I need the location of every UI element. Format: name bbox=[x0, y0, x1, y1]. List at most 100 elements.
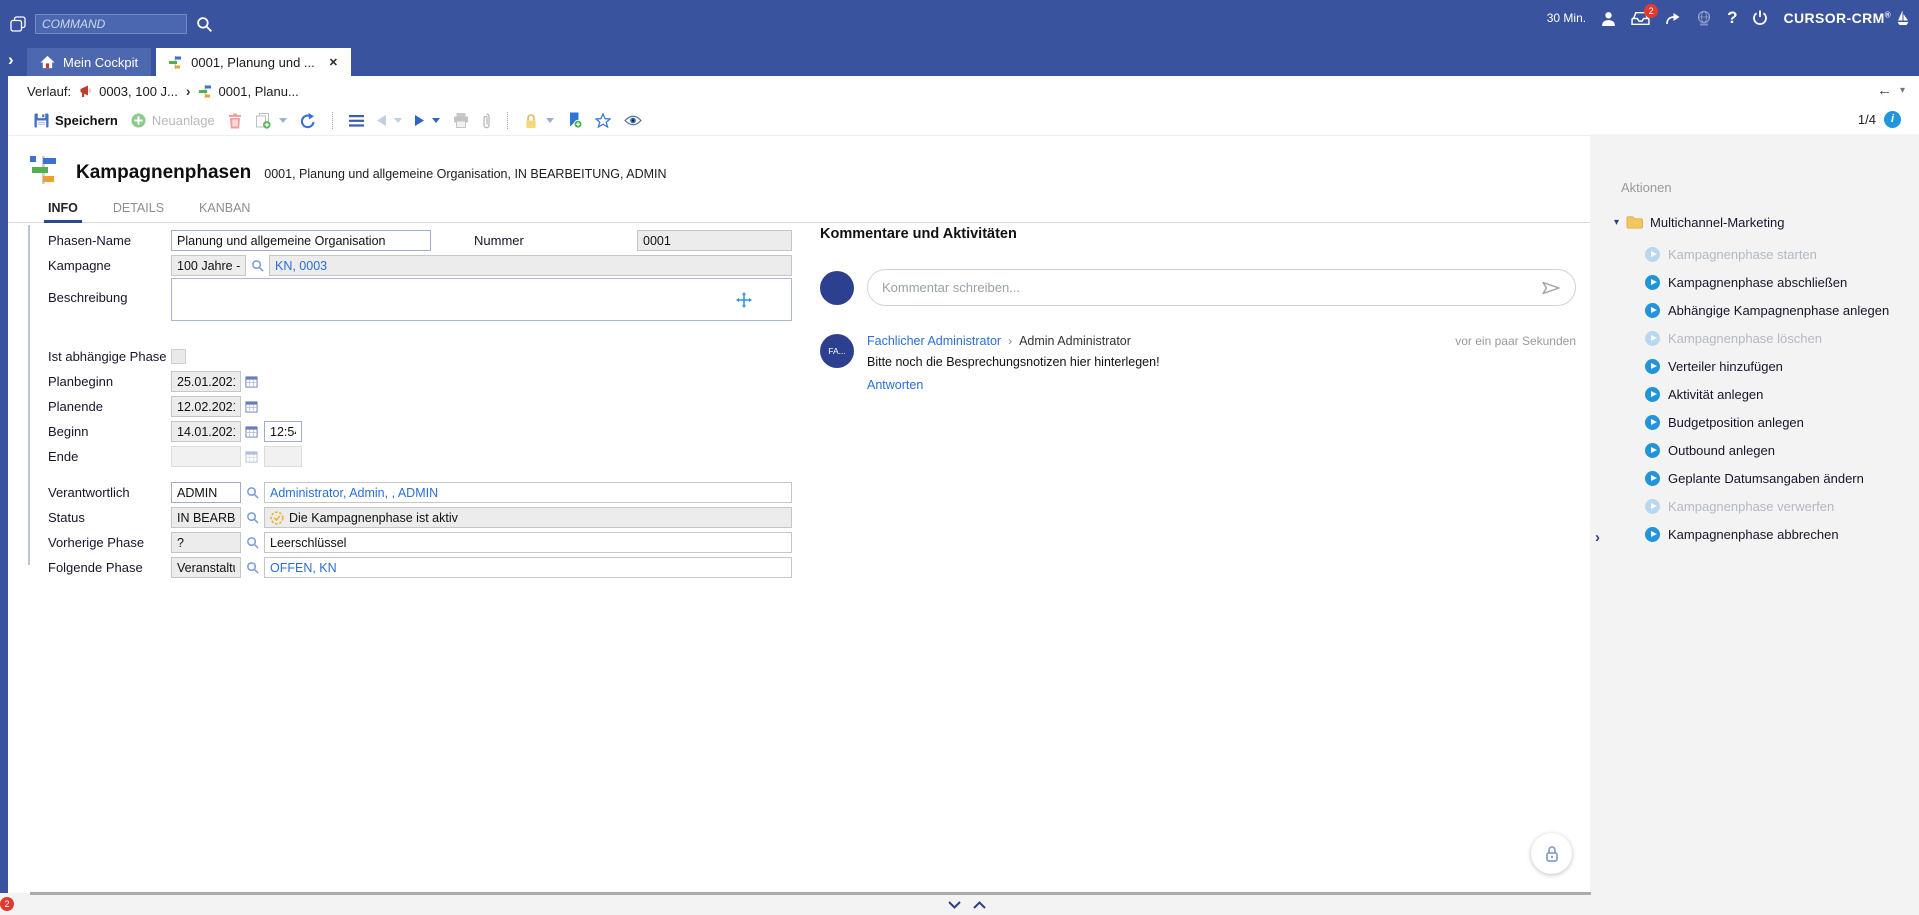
actions-group[interactable]: ▾ Multichannel-Marketing bbox=[1614, 210, 1914, 234]
lookup-icon[interactable] bbox=[246, 511, 259, 524]
action-item[interactable]: Kampagnenphase löschen bbox=[1614, 324, 1914, 352]
calendar-icon[interactable] bbox=[245, 375, 258, 388]
calendar-icon[interactable] bbox=[245, 425, 258, 438]
page-title: Kampagnenphasen bbox=[76, 162, 251, 184]
tab-mein-cockpit[interactable]: Mein Cockpit bbox=[27, 48, 151, 76]
prev-record-button[interactable] bbox=[377, 115, 402, 126]
beginn-date-field[interactable] bbox=[171, 421, 241, 442]
bookmark-add-button[interactable] bbox=[567, 112, 582, 129]
search-icon[interactable] bbox=[196, 16, 213, 33]
tab-info[interactable]: INFO bbox=[44, 197, 82, 222]
lookup-icon[interactable] bbox=[246, 536, 259, 549]
folder-icon bbox=[1626, 215, 1643, 229]
verantwortlich-link[interactable]: Administrator, Admin, , ADMIN bbox=[270, 486, 438, 500]
favorite-button[interactable] bbox=[595, 113, 611, 128]
next-dropdown-icon[interactable] bbox=[432, 118, 440, 123]
tab-details[interactable]: DETAILS bbox=[109, 197, 168, 222]
comment-input-pill[interactable] bbox=[867, 269, 1576, 306]
scroll-down-icon[interactable] bbox=[948, 901, 961, 909]
status-key-field bbox=[171, 507, 241, 528]
redo-arrow-icon[interactable] bbox=[1665, 12, 1681, 25]
tab-close-icon[interactable]: ✕ bbox=[329, 56, 338, 69]
breadcrumb-item-phase[interactable]: 0001, Planu... bbox=[199, 84, 299, 99]
refresh-button[interactable] bbox=[300, 113, 316, 129]
info-icon[interactable]: i bbox=[1884, 111, 1901, 128]
planbeginn-field[interactable] bbox=[171, 371, 241, 392]
attachment-button[interactable] bbox=[482, 113, 491, 129]
kampagne-link-field: KN, 0003 bbox=[269, 255, 792, 276]
user-icon[interactable] bbox=[1601, 11, 1616, 26]
folgende-link-field: OFFEN, KN bbox=[264, 557, 792, 578]
copy-record-button[interactable] bbox=[255, 113, 287, 129]
history-dropdown-icon[interactable]: ▾ bbox=[1900, 85, 1905, 96]
action-item[interactable]: Kampagnenphase starten bbox=[1614, 240, 1914, 268]
lookup-icon[interactable] bbox=[246, 561, 259, 574]
menu-button[interactable] bbox=[349, 115, 364, 127]
gantt-icon bbox=[169, 56, 183, 69]
lock-dropdown-icon[interactable] bbox=[546, 118, 554, 123]
prev-dropdown-icon[interactable] bbox=[394, 118, 402, 123]
action-item[interactable]: Budgetposition anlegen bbox=[1614, 408, 1914, 436]
command-input[interactable] bbox=[35, 14, 187, 34]
action-item[interactable]: Kampagnenphase verwerfen bbox=[1614, 492, 1914, 520]
form-row-ende: Ende bbox=[48, 444, 792, 469]
save-button[interactable]: Speichern bbox=[34, 113, 118, 128]
folgende-link[interactable]: OFFEN, KN bbox=[270, 561, 337, 575]
page-subtitle: 0001, Planung und allgemeine Organisatio… bbox=[264, 167, 666, 181]
planende-field[interactable] bbox=[171, 396, 241, 417]
phasen-name-input[interactable] bbox=[171, 230, 431, 251]
comment-body: Bitte noch die Besprechungsnotizen hier … bbox=[867, 355, 1576, 369]
kampagne-link[interactable]: KN, 0003 bbox=[275, 259, 327, 273]
abhaengige-phase-checkbox[interactable] bbox=[171, 349, 186, 364]
comment-author-link[interactable]: Fachlicher Administrator bbox=[867, 334, 1001, 348]
comment-input[interactable] bbox=[882, 280, 1533, 295]
new-record-button[interactable]: Neuanlage bbox=[131, 113, 215, 128]
corner-notification-badge[interactable]: 2 bbox=[0, 897, 14, 911]
lookup-icon[interactable] bbox=[246, 486, 259, 499]
action-item[interactable]: Outbound anlegen bbox=[1614, 436, 1914, 464]
tab-label: 0001, Planung und ... bbox=[191, 55, 315, 70]
lock-button[interactable] bbox=[524, 113, 554, 129]
form-row-beschreibung: Beschreibung bbox=[48, 278, 792, 336]
lookup-icon[interactable] bbox=[251, 259, 264, 272]
action-item[interactable]: Verteiler hinzufügen bbox=[1614, 352, 1914, 380]
action-item[interactable]: Geplante Datumsangaben ändern bbox=[1614, 464, 1914, 492]
logout-power-icon[interactable] bbox=[1752, 10, 1768, 26]
action-label: Outbound anlegen bbox=[1668, 443, 1775, 458]
help-icon[interactable]: ? bbox=[1727, 8, 1737, 28]
move-resize-icon[interactable] bbox=[736, 292, 752, 308]
scroll-up-icon[interactable] bbox=[973, 901, 986, 909]
next-record-button[interactable] bbox=[415, 115, 440, 126]
action-item[interactable]: Abhängige Kampagnenphase anlegen bbox=[1614, 296, 1914, 324]
copy-dropdown-icon[interactable] bbox=[279, 118, 287, 123]
prev-icon bbox=[377, 115, 386, 126]
watch-button[interactable] bbox=[624, 115, 642, 126]
panel-collapse-icon[interactable]: › bbox=[1595, 529, 1600, 546]
bottom-scrollbar[interactable] bbox=[30, 892, 1591, 895]
breadcrumb: Verlauf: 0003, 100 J... › 0001, Planu...… bbox=[8, 76, 1919, 106]
comment-compose-row bbox=[820, 269, 1576, 306]
history-back-icon[interactable]: ← bbox=[1877, 82, 1892, 99]
lock-fab-button[interactable] bbox=[1531, 833, 1572, 874]
beginn-time-field[interactable] bbox=[264, 421, 302, 442]
breadcrumb-item-campaign[interactable]: 0003, 100 J... bbox=[79, 84, 178, 99]
print-button[interactable] bbox=[453, 113, 469, 128]
form-row-kampagne: Kampagne KN, 0003 bbox=[48, 253, 792, 278]
tab-record[interactable]: 0001, Planung und ... ✕ bbox=[156, 48, 351, 76]
action-item[interactable]: Kampagnenphase abschließen bbox=[1614, 268, 1914, 296]
reply-link[interactable]: Antworten bbox=[867, 378, 923, 392]
verantwortlich-input[interactable] bbox=[171, 482, 241, 503]
current-user-avatar bbox=[820, 271, 854, 305]
action-item[interactable]: Aktivität anlegen bbox=[1614, 380, 1914, 408]
action-item[interactable]: Kampagnenphase abbrechen bbox=[1614, 520, 1914, 548]
beschreibung-textarea[interactable] bbox=[171, 278, 792, 321]
delete-button[interactable] bbox=[228, 113, 242, 129]
sidebar-expand-icon[interactable]: › bbox=[8, 50, 14, 70]
windows-icon[interactable] bbox=[10, 16, 26, 32]
tree-collapse-icon[interactable]: ▾ bbox=[1614, 217, 1619, 228]
action-label: Aktivität anlegen bbox=[1668, 387, 1763, 402]
inbox-icon[interactable]: 2 bbox=[1631, 11, 1650, 26]
calendar-icon[interactable] bbox=[245, 400, 258, 413]
tab-kanban[interactable]: KANBAN bbox=[195, 197, 254, 222]
send-icon[interactable] bbox=[1541, 281, 1561, 295]
